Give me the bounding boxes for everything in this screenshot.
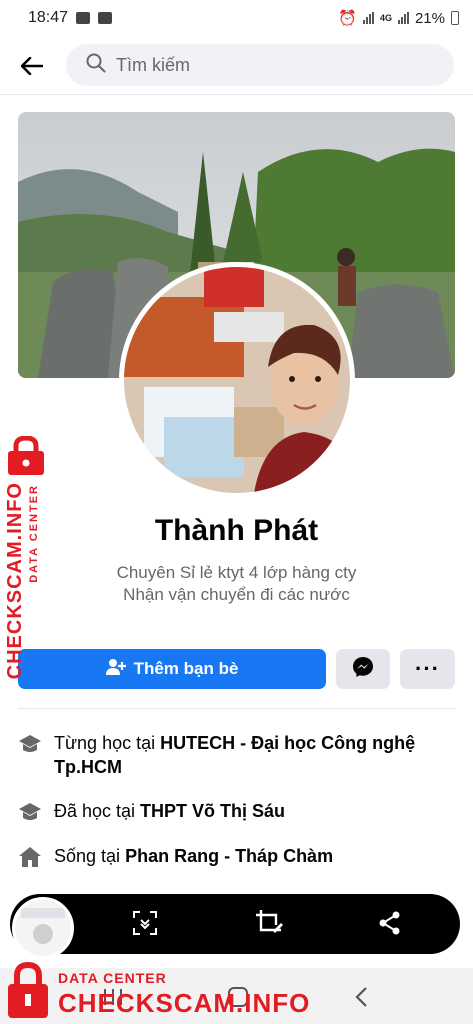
intro-text: Đã học tại THPT Võ Thị Sáu — [54, 799, 285, 823]
watermark-bottom: DATA CENTER CHECKSCAM.INFO — [0, 960, 309, 1024]
watermark-side: CHECKSCAM.INFO DATA CENTER — [2, 436, 50, 679]
scroll-capture-icon[interactable] — [130, 908, 160, 938]
status-bar: 18:47 ⏰ 4G 21% — [0, 0, 473, 36]
watermark-label: DATA CENTER — [28, 484, 40, 583]
watermark-label: DATA CENTER — [58, 970, 167, 986]
battery-icon — [451, 11, 459, 25]
add-friend-icon — [105, 658, 126, 681]
signal-icon-2 — [397, 12, 409, 24]
intro-text: Sống tại Phan Rang - Tháp Chàm — [54, 844, 333, 868]
home-icon — [18, 844, 42, 868]
graduation-cap-icon — [18, 799, 42, 823]
intro-prefix: Sống tại — [54, 846, 126, 866]
intro-prefix: Từng học tại — [54, 733, 161, 753]
search-placeholder: Tìm kiếm — [116, 54, 190, 75]
header-divider — [0, 94, 473, 95]
top-bar: Tìm kiếm — [0, 40, 473, 92]
intro-education-university: Từng học tại HUTECH - Đại học Công nghệ … — [18, 731, 455, 779]
messenger-icon — [352, 656, 374, 683]
intro-place-name[interactable]: Phan Rang - Tháp Chàm — [125, 846, 333, 866]
intro-school-name[interactable]: THPT Võ Thị Sáu — [140, 801, 285, 821]
messenger-button[interactable] — [336, 649, 390, 689]
intro-lives-in: Sống tại Phan Rang - Tháp Chàm — [18, 844, 455, 868]
avatar[interactable] — [119, 262, 355, 498]
profile-name: Thành Phát — [154, 514, 319, 547]
add-friend-label: Thêm bạn bè — [133, 659, 239, 678]
section-divider — [18, 708, 455, 709]
gallery-icon — [76, 12, 91, 24]
intro-education-highschool: Đã học tại THPT Võ Thị Sáu — [18, 799, 455, 823]
watermark-site: CHECKSCAM.INFO — [4, 482, 26, 680]
network-type: 4G — [379, 13, 392, 23]
battery-level: 21% — [414, 9, 445, 27]
add-friend-button[interactable]: Thêm bạn bè — [18, 649, 326, 689]
intro-text: Từng học tại HUTECH - Đại học Công nghệ … — [54, 731, 455, 779]
profile-photo — [124, 267, 350, 493]
watermark-site: CHECKSCAM.INFO — [58, 988, 311, 1018]
more-options-button[interactable]: ··· — [400, 649, 455, 689]
search-input[interactable]: Tìm kiếm — [66, 44, 454, 86]
graduation-cap-icon — [18, 731, 42, 779]
screenshot-thumbnail[interactable] — [12, 897, 74, 959]
signal-icon — [362, 12, 374, 24]
intro-prefix: Đã học tại — [54, 801, 141, 821]
search-icon — [86, 53, 106, 78]
alarm-icon: ⏰ — [338, 10, 357, 27]
lock-icon — [8, 436, 44, 475]
crop-edit-icon[interactable] — [254, 908, 284, 938]
status-time: 18:47 — [28, 9, 69, 26]
lock-icon — [8, 962, 48, 1018]
message-icon — [98, 12, 113, 24]
bio-line-2: Nhận vận chuyển đi các nước — [123, 585, 350, 604]
bio-line-1: Chuyên Sỉ lẻ ktyt 4 lớp hàng cty — [116, 563, 357, 582]
profile-bio: Chuyên Sỉ lẻ ktyt 4 lớp hàng cty Nhận vậ… — [0, 562, 473, 606]
back-arrow-icon[interactable] — [18, 52, 46, 80]
share-icon[interactable] — [375, 908, 405, 938]
back-nav-icon[interactable] — [348, 984, 374, 1010]
